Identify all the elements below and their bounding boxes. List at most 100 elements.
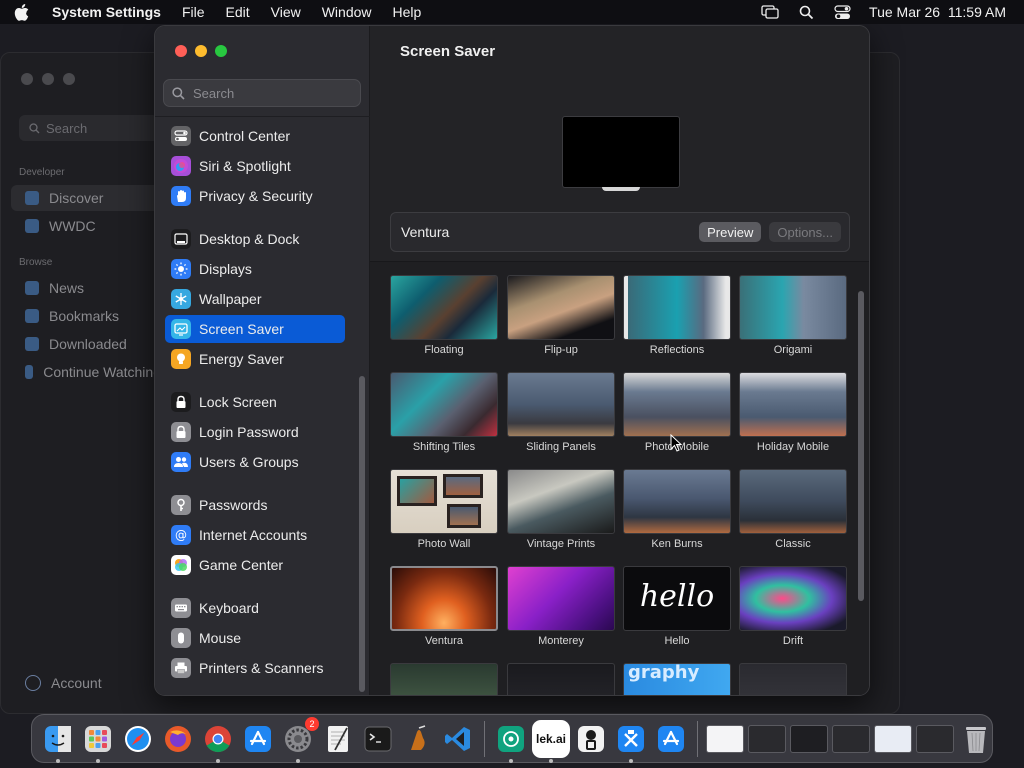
minimized-window-thumbnail[interactable]: [916, 724, 954, 753]
screen-saver-shifting-tiles[interactable]: Shifting Tiles: [390, 372, 498, 453]
screen-saver-ken-burns[interactable]: Ken Burns: [623, 469, 731, 550]
sidebar-item-displays[interactable]: Displays: [165, 255, 345, 283]
bulb-icon: [171, 349, 191, 369]
sidebar-item-energy-saver[interactable]: Energy Saver: [165, 345, 345, 373]
screen-saver-flip-up[interactable]: Flip-up: [507, 275, 615, 356]
background-item-continue-watching[interactable]: Continue Watching: [11, 359, 161, 385]
minimized-window-thumbnail[interactable]: [874, 724, 912, 753]
trash-icon[interactable]: [957, 720, 995, 758]
sidebar-item-mouse[interactable]: Mouse: [165, 624, 345, 652]
grid-scrollbar[interactable]: [858, 291, 864, 601]
screen-saver-reflections[interactable]: Reflections: [623, 275, 731, 356]
screen-saver-grid: Floating Flip-up Reflections Origami Shiftin…: [370, 262, 869, 695]
sidebar-item-lock-screen[interactable]: Lock Screen: [165, 388, 345, 416]
screen-saver-partial-17[interactable]: [507, 663, 615, 695]
menu-help[interactable]: Help: [393, 4, 422, 20]
launchpad-icon[interactable]: [79, 720, 117, 763]
app-store-icon[interactable]: [239, 720, 277, 758]
sidebar-item-users-groups[interactable]: Users & Groups: [165, 448, 345, 476]
search-icon[interactable]: [797, 3, 815, 21]
textedit-icon[interactable]: [319, 720, 357, 758]
finder-icon[interactable]: [39, 720, 77, 763]
sidebar-item-wallpaper[interactable]: Wallpaper: [165, 285, 345, 313]
screen-saver-ventura[interactable]: Ventura: [390, 566, 498, 647]
sidebar-item-login-password[interactable]: Login Password: [165, 418, 345, 446]
xcode-icon[interactable]: [612, 720, 650, 763]
screen-saver-holiday-mobile[interactable]: Holiday Mobile: [739, 372, 847, 453]
sidebar-item-siri-spotlight[interactable]: Siri & Spotlight: [165, 152, 345, 180]
screen-saver-sliding-panels[interactable]: Sliding Panels: [507, 372, 615, 453]
screen-saver-hello[interactable]: hello Hello: [623, 566, 731, 647]
control-center-icon[interactable]: [833, 3, 851, 21]
screen-saver-floating[interactable]: Floating: [390, 275, 498, 356]
sidebar-item-privacy-security[interactable]: Privacy & Security: [165, 182, 345, 210]
background-window-traffic-lights: [21, 73, 75, 85]
screen-saver-partial-19[interactable]: [739, 663, 847, 695]
screen-mirroring-icon[interactable]: [761, 3, 779, 21]
sidebar-item-printers-scanners[interactable]: Printers & Scanners: [165, 654, 345, 682]
background-item-wwdc[interactable]: WWDC: [11, 213, 161, 239]
sidebar-item-passwords[interactable]: Passwords: [165, 491, 345, 519]
screen-saver-partial-18[interactable]: graphy: [623, 663, 731, 695]
sidebar-item-internet-accounts[interactable]: @ Internet Accounts: [165, 521, 345, 549]
firefox-icon[interactable]: [159, 720, 197, 758]
lekai-label: lek.ai: [535, 731, 567, 746]
vscode-icon[interactable]: [439, 720, 477, 758]
close-window-button[interactable]: [175, 45, 187, 57]
screen-saver-drift[interactable]: Drift: [739, 566, 847, 647]
minimized-window-thumbnail[interactable]: [832, 724, 870, 753]
options-button[interactable]: Options...: [769, 222, 841, 242]
running-indicator: [216, 758, 220, 763]
minimized-window-thumbnail[interactable]: [706, 724, 744, 753]
dock-icon: [171, 229, 191, 249]
screen-saver-thumbnail: [390, 372, 498, 437]
menu-datetime[interactable]: Tue Mar 26 11:59 AM: [869, 4, 1006, 20]
chrome-icon[interactable]: [199, 720, 237, 763]
background-account[interactable]: Account: [25, 675, 102, 691]
sidebar-item-game-center[interactable]: Game Center: [165, 551, 345, 579]
background-item-news[interactable]: News: [11, 275, 161, 301]
simulator-icon[interactable]: [652, 720, 690, 758]
sidebar-item-keyboard[interactable]: Keyboard: [165, 594, 345, 622]
sidebar-item-label: Lock Screen: [199, 394, 277, 410]
safari-icon[interactable]: [119, 720, 157, 758]
screen-saver-thumbnail: [623, 372, 731, 437]
minimize-window-button[interactable]: [195, 45, 207, 57]
background-item-bookmarks[interactable]: Bookmarks: [11, 303, 161, 329]
sidebar-item-control-center[interactable]: Control Center: [165, 122, 345, 150]
instruments-icon[interactable]: [399, 720, 437, 758]
minimized-window-thumbnail[interactable]: [748, 724, 786, 753]
screen-saver-photo-wall[interactable]: Photo Wall: [390, 469, 498, 550]
lekai-icon[interactable]: lek.ai: [532, 719, 570, 763]
background-item-discover[interactable]: Discover: [11, 185, 161, 211]
screen-saver-partial-16[interactable]: [390, 663, 498, 695]
system-settings-icon[interactable]: 2: [279, 716, 319, 763]
search-input[interactable]: [193, 85, 353, 101]
chatgpt-icon[interactable]: [492, 720, 530, 763]
sidebar-item-desktop-dock[interactable]: Desktop & Dock: [165, 225, 345, 253]
menu-app-name[interactable]: System Settings: [52, 4, 161, 20]
screen-saver-thumbnail: [623, 469, 731, 534]
background-item-downloaded[interactable]: Downloaded: [11, 331, 161, 357]
screen-saver-thumbnail: [739, 566, 847, 631]
apple-logo-icon[interactable]: [14, 3, 40, 21]
menu-file[interactable]: File: [182, 4, 205, 20]
keyboard-icon: [171, 598, 191, 618]
screen-saver-monterey[interactable]: Monterey: [507, 566, 615, 647]
background-search-field[interactable]: Search: [19, 115, 159, 141]
zoom-window-button[interactable]: [215, 45, 227, 57]
sidebar-scrollbar[interactable]: [359, 376, 365, 692]
screen-saver-classic[interactable]: Classic: [739, 469, 847, 550]
minimized-window-thumbnail[interactable]: [790, 724, 828, 753]
screen-saver-vintage-prints[interactable]: Vintage Prints: [507, 469, 615, 550]
sidebar-item-screen-saver[interactable]: Screen Saver: [165, 315, 345, 343]
menu-view[interactable]: View: [271, 4, 301, 20]
terminal-icon[interactable]: [359, 720, 397, 758]
menu-edit[interactable]: Edit: [226, 4, 250, 20]
profile-icon[interactable]: [572, 720, 610, 758]
sidebar-search-field[interactable]: [163, 79, 361, 107]
screen-saver-origami[interactable]: Origami: [739, 275, 847, 356]
menu-window[interactable]: Window: [322, 4, 372, 20]
screen-saver-thumbnail: [739, 275, 847, 340]
preview-button[interactable]: Preview: [699, 222, 762, 242]
